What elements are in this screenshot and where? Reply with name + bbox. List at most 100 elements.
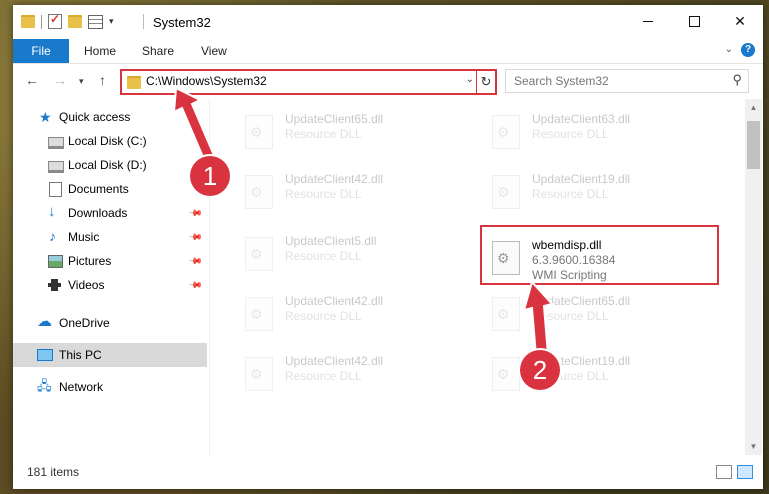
video-icon bbox=[48, 279, 61, 291]
file-type: Resource DLL bbox=[285, 309, 362, 323]
search-input[interactable]: Search System32 bbox=[514, 74, 609, 88]
folder-icon bbox=[21, 15, 35, 28]
tiles-view-icon[interactable] bbox=[737, 465, 753, 479]
dll-file-icon bbox=[492, 357, 520, 391]
file-name: UpdateClient63.dll bbox=[532, 112, 631, 126]
forward-arrow-icon[interactable]: → bbox=[53, 72, 67, 88]
pin-icon[interactable]: 📌 bbox=[188, 277, 203, 293]
tab-file[interactable]: File bbox=[13, 39, 69, 63]
sidebar-item-local-disk-d[interactable]: Local Disk (D:) bbox=[13, 153, 207, 177]
scrollbar-thumb[interactable] bbox=[747, 121, 760, 169]
dll-file-icon bbox=[245, 237, 273, 271]
sidebar-item-label: Network bbox=[59, 380, 104, 394]
up-arrow-icon[interactable]: ↑ bbox=[99, 72, 106, 88]
file-item[interactable]: UpdateClient63.dll Resource DLL bbox=[482, 105, 712, 157]
sidebar-item-videos[interactable]: Videos 📌 bbox=[13, 273, 207, 297]
title-bar: ▾ System32 ✕ bbox=[13, 5, 763, 39]
recent-locations-chevron-icon[interactable]: ▾ bbox=[79, 76, 84, 87]
file-item[interactable]: UpdateClient19.dll Resource DLL bbox=[482, 165, 712, 217]
address-dropdown-chevron-icon[interactable]: ⌄ bbox=[466, 74, 474, 85]
refresh-icon[interactable]: ↻ bbox=[476, 69, 497, 95]
minimize-button[interactable] bbox=[625, 5, 671, 37]
sidebar-item-music[interactable]: ♪ Music 📌 bbox=[13, 225, 207, 249]
dll-file-icon bbox=[245, 357, 273, 391]
sidebar-item-local-disk-c[interactable]: Local Disk (C:) bbox=[13, 129, 207, 153]
callout-badge-1: 1 bbox=[190, 156, 230, 196]
file-name: UpdateClient42.dll bbox=[285, 172, 384, 186]
star-icon: ★ bbox=[39, 109, 52, 125]
status-bar: 181 items bbox=[13, 456, 763, 489]
sidebar-item-label: Local Disk (D:) bbox=[68, 158, 147, 172]
tab-view[interactable]: View bbox=[201, 44, 227, 58]
toolbar-divider bbox=[41, 14, 42, 29]
properties-check-icon[interactable] bbox=[48, 12, 62, 29]
sidebar-item-label: Downloads bbox=[68, 206, 128, 220]
address-bar[interactable]: C:\Windows\System32 ⌄ bbox=[120, 69, 480, 95]
close-icon: ✕ bbox=[734, 12, 746, 29]
file-item[interactable]: UpdateClient65.dll Resource DLL bbox=[235, 105, 465, 157]
sidebar-item-label: Music bbox=[68, 230, 100, 244]
dll-file-icon bbox=[245, 115, 273, 149]
disk-icon bbox=[48, 161, 64, 173]
maximize-button[interactable] bbox=[671, 5, 717, 37]
maximize-icon bbox=[688, 15, 700, 27]
pin-icon[interactable]: 📌 bbox=[188, 229, 203, 245]
file-type: Resource DLL bbox=[532, 127, 609, 141]
file-item[interactable]: UpdateClient19.dll Resource DLL bbox=[482, 347, 712, 399]
navigation-pane: ★ Quick access Local Disk (C:) Local Dis… bbox=[13, 99, 210, 455]
details-view-icon[interactable] bbox=[716, 465, 732, 479]
sidebar-item-quick-access[interactable]: ★ Quick access bbox=[13, 105, 207, 129]
search-box[interactable]: Search System32 ⚲ bbox=[505, 69, 749, 93]
file-type: Resource DLL bbox=[285, 127, 362, 141]
address-folder-icon bbox=[127, 76, 141, 89]
file-name: UpdateClient42.dll bbox=[285, 354, 384, 368]
sidebar-item-onedrive[interactable]: ☁ OneDrive bbox=[13, 311, 207, 335]
properties-icon[interactable] bbox=[88, 14, 103, 29]
file-item[interactable]: UpdateClient42.dll Resource DLL bbox=[235, 287, 465, 339]
file-type: Resource DLL bbox=[285, 187, 362, 201]
dll-file-icon bbox=[492, 175, 520, 209]
sidebar-item-downloads[interactable]: ↓ Downloads 📌 bbox=[13, 201, 207, 225]
dll-file-icon bbox=[492, 297, 520, 331]
sidebar-item-label: This PC bbox=[59, 348, 102, 362]
customize-toolbar-chevron-icon[interactable]: ▾ bbox=[109, 16, 114, 27]
vertical-scrollbar[interactable]: ▲ ▼ bbox=[745, 99, 762, 455]
file-name: UpdateClient65.dll bbox=[532, 294, 631, 308]
sidebar-item-label: Pictures bbox=[68, 254, 112, 268]
dll-file-icon bbox=[492, 115, 520, 149]
sidebar-item-label: Documents bbox=[68, 182, 129, 196]
file-type: Resource DLL bbox=[285, 249, 362, 263]
expand-ribbon-chevron-icon[interactable]: ⌄ bbox=[725, 44, 733, 55]
back-arrow-icon[interactable]: ← bbox=[25, 72, 39, 88]
file-type: Resource DLL bbox=[532, 187, 609, 201]
help-icon[interactable]: ? bbox=[741, 43, 755, 57]
tab-share[interactable]: Share bbox=[142, 44, 174, 58]
file-name: UpdateClient42.dll bbox=[285, 294, 384, 308]
scroll-up-icon[interactable]: ▲ bbox=[745, 99, 762, 116]
file-name: UpdateClient19.dll bbox=[532, 172, 631, 186]
ribbon-tabs: File Home Share View ⌄ ? bbox=[13, 39, 763, 64]
sidebar-item-label: Quick access bbox=[59, 110, 131, 124]
search-icon[interactable]: ⚲ bbox=[732, 72, 742, 88]
close-button[interactable]: ✕ bbox=[717, 5, 763, 37]
cloud-icon: ☁ bbox=[37, 313, 52, 330]
new-folder-icon[interactable] bbox=[68, 15, 82, 28]
file-item[interactable]: UpdateClient42.dll Resource DLL bbox=[235, 165, 465, 217]
tab-home[interactable]: Home bbox=[84, 44, 116, 58]
picture-icon bbox=[48, 255, 63, 268]
sidebar-item-pictures[interactable]: Pictures 📌 bbox=[13, 249, 207, 273]
sidebar-item-this-pc[interactable]: This PC bbox=[13, 343, 207, 367]
scroll-down-icon[interactable]: ▼ bbox=[745, 438, 762, 455]
minimize-icon bbox=[643, 20, 653, 22]
pin-icon[interactable]: 📌 bbox=[188, 205, 203, 221]
file-item[interactable]: UpdateClient5.dll Resource DLL bbox=[235, 227, 465, 279]
sidebar-item-network[interactable]: 🖧 Network bbox=[13, 375, 207, 399]
file-name: UpdateClient5.dll bbox=[285, 234, 377, 248]
navigation-bar: ← → ▾ ↑ C:\Windows\System32 ⌄ ↻ Search S… bbox=[13, 64, 763, 96]
file-item[interactable]: UpdateClient42.dll Resource DLL bbox=[235, 347, 465, 399]
disk-icon bbox=[48, 137, 64, 149]
computer-icon bbox=[37, 349, 53, 361]
file-item[interactable]: UpdateClient65.dll Resource DLL bbox=[482, 287, 712, 339]
sidebar-item-documents[interactable]: Documents bbox=[13, 177, 207, 201]
pin-icon[interactable]: 📌 bbox=[188, 253, 203, 269]
